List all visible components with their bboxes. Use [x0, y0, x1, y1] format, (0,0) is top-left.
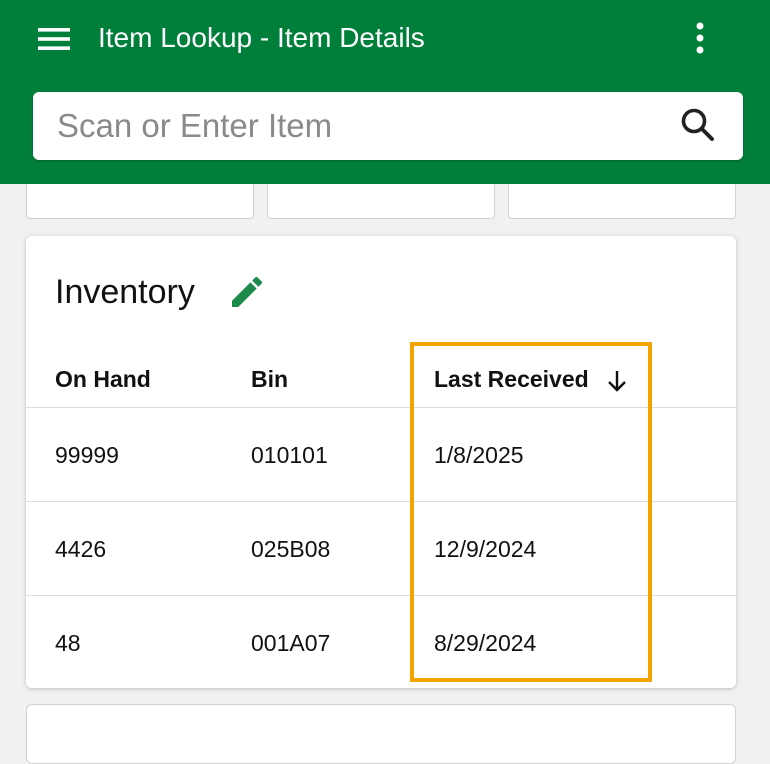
- pencil-icon: [232, 276, 263, 307]
- column-header-bin[interactable]: Bin: [251, 364, 288, 394]
- table-row[interactable]: 99999 010101 1/8/2025: [26, 407, 736, 502]
- search-icon: [681, 108, 714, 141]
- more-vertical-icon: [696, 22, 704, 54]
- cell-last-received: 8/29/2024: [434, 630, 537, 656]
- column-header-last-received[interactable]: Last Received: [434, 364, 629, 394]
- next-card: [26, 704, 736, 764]
- column-header-label: Bin: [251, 366, 289, 392]
- cell-bin: 010101: [251, 442, 328, 468]
- cell-last-received: 1/8/2025: [434, 442, 524, 468]
- search-input[interactable]: [57, 92, 657, 160]
- search-box: [33, 92, 743, 160]
- page-title: Item Lookup - Item Details: [98, 22, 425, 53]
- edit-inventory-button[interactable]: [227, 272, 267, 312]
- cell-bin: 001A07: [251, 630, 331, 656]
- cell-on-hand: 48: [55, 630, 81, 656]
- column-header-label: Last Received: [434, 366, 589, 392]
- cell-on-hand: 99999: [55, 442, 119, 468]
- table-row[interactable]: 48 001A07 8/29/2024: [26, 595, 736, 690]
- inventory-card: Inventory On Hand Bin Last Received 9999…: [26, 236, 736, 688]
- cell-bin: 025B08: [251, 536, 331, 562]
- inventory-title: Inventory: [55, 273, 195, 311]
- arrow-down-icon: [608, 370, 626, 392]
- app-bar: Item Lookup - Item Details: [0, 0, 770, 184]
- search-button[interactable]: [678, 105, 720, 147]
- table-row[interactable]: 4426 025B08 12/9/2024: [26, 501, 736, 596]
- cell-on-hand: 4426: [55, 536, 107, 562]
- hamburger-menu-icon: [38, 28, 70, 50]
- cell-last-received: 12/9/2024: [434, 536, 537, 562]
- column-header-on-hand[interactable]: On Hand: [55, 364, 151, 394]
- menu-button[interactable]: [32, 24, 76, 54]
- column-header-label: On Hand: [55, 366, 151, 392]
- more-options-button[interactable]: [680, 18, 720, 60]
